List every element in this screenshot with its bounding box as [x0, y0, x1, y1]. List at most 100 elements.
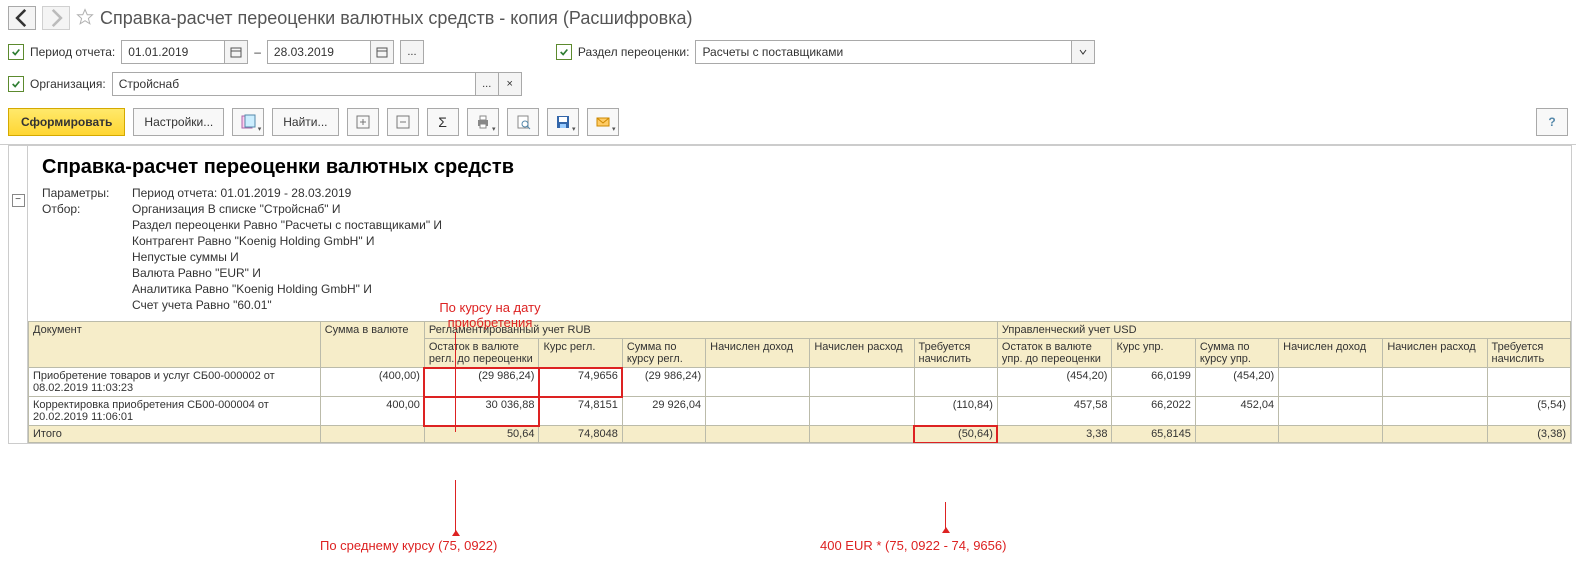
- report-params: Параметры: Период отчета: 01.01.2019 - 2…: [28, 185, 1571, 321]
- cell: 74,8151: [539, 397, 622, 426]
- collapse-toggle[interactable]: −: [12, 194, 25, 207]
- cell: [1383, 368, 1487, 397]
- favorite-star-icon[interactable]: [76, 8, 94, 29]
- th-mgmt-group: Управленческий учет USD: [997, 322, 1570, 339]
- cell: (50,64): [914, 426, 997, 443]
- th: Сумма по курсу упр.: [1195, 339, 1278, 368]
- sum-button[interactable]: Σ: [427, 108, 459, 136]
- cell: [706, 426, 810, 443]
- cell: [320, 426, 424, 443]
- cell: (110,84): [914, 397, 997, 426]
- page-title: Справка-расчет переоценки валютных средс…: [100, 8, 693, 29]
- collapse-button[interactable]: [387, 108, 419, 136]
- generate-button[interactable]: Сформировать: [8, 108, 125, 136]
- filter-line: Раздел переоценки Равно "Расчеты с поста…: [132, 217, 1557, 233]
- th: Курс упр.: [1112, 339, 1195, 368]
- toolbar: Сформировать Настройки... ▾ Найти... Σ ▾…: [0, 100, 1576, 145]
- th: Требуется начислить: [1487, 339, 1570, 368]
- print-button[interactable]: ▾: [467, 108, 499, 136]
- date-to-picker-button[interactable]: [371, 40, 394, 64]
- th: Начислен доход: [706, 339, 810, 368]
- annotation-bottom-left: По среднему курсу (75, 0922): [320, 538, 497, 553]
- filter-line: Непустые суммы И: [132, 249, 1557, 265]
- th: Начислен расход: [1383, 339, 1487, 368]
- sigma-icon: Σ: [438, 114, 447, 130]
- section-label: Раздел переоценки:: [578, 45, 690, 59]
- annotation-bottom-right: 400 EUR * (75, 0922 - 74, 9656): [820, 538, 1006, 553]
- th: Остаток в валюте регл. до переоценки: [424, 339, 539, 368]
- expand-button[interactable]: [347, 108, 379, 136]
- cell: 452,04: [1195, 397, 1278, 426]
- cell: [706, 397, 810, 426]
- org-clear-button[interactable]: ×: [499, 72, 522, 96]
- nav-back-button[interactable]: [8, 6, 36, 30]
- org-label: Организация:: [30, 77, 106, 91]
- report-table: Документ Сумма в валюте Регламентированн…: [28, 321, 1571, 443]
- params-key: Параметры:: [42, 185, 132, 201]
- help-icon: ?: [1548, 115, 1555, 129]
- cell: (400,00): [320, 368, 424, 397]
- cell: (29 986,24): [424, 368, 539, 397]
- org-input[interactable]: Стройснаб: [112, 72, 476, 96]
- find-button-label: Найти...: [283, 115, 327, 129]
- date-from-input[interactable]: 01.01.2019: [121, 40, 225, 64]
- find-button[interactable]: Найти...: [272, 108, 338, 136]
- period-checkbox[interactable]: [8, 44, 24, 60]
- section-select[interactable]: Расчеты с поставщиками: [695, 40, 1072, 64]
- settings-button-label: Настройки...: [144, 115, 213, 129]
- th: Начислен доход: [1279, 339, 1383, 368]
- cell: [1279, 426, 1383, 443]
- email-button[interactable]: ▾: [587, 108, 619, 136]
- table-row[interactable]: Корректировка приобретения СБ00-000004 о…: [29, 397, 1571, 426]
- cell: 3,38: [997, 426, 1112, 443]
- section-dropdown-button[interactable]: [1072, 40, 1095, 64]
- cell: [706, 368, 810, 397]
- preview-button[interactable]: [507, 108, 539, 136]
- th: Начислен расход: [810, 339, 914, 368]
- filter-line: Валюта Равно "EUR" И: [132, 265, 1557, 281]
- annotation-line: [455, 332, 456, 432]
- period-picker-button[interactable]: ...: [400, 40, 424, 64]
- th: Курс регл.: [539, 339, 622, 368]
- cell: 74,9656: [539, 368, 622, 397]
- section-checkbox[interactable]: [556, 44, 572, 60]
- cell: 50,64: [424, 426, 539, 443]
- nav-forward-button[interactable]: [42, 6, 70, 30]
- th: Сумма по курсу регл.: [622, 339, 705, 368]
- annotation-arrow: [945, 502, 946, 532]
- help-button[interactable]: ?: [1536, 108, 1568, 136]
- cell: [1279, 397, 1383, 426]
- cell: 400,00: [320, 397, 424, 426]
- th: Остаток в валюте упр. до переоценки: [997, 339, 1112, 368]
- date-from-picker-button[interactable]: [225, 40, 248, 64]
- date-dash: –: [254, 45, 261, 59]
- params-period: Период отчета: 01.01.2019 - 28.03.2019: [132, 185, 1557, 201]
- cell: 66,2022: [1112, 397, 1195, 426]
- filter-line: Счет учета Равно "60.01": [132, 297, 1557, 313]
- cell: [622, 426, 705, 443]
- date-to-input[interactable]: 28.03.2019: [267, 40, 371, 64]
- cell: 29 926,04: [622, 397, 705, 426]
- org-checkbox[interactable]: [8, 76, 24, 92]
- cell: 457,58: [997, 397, 1112, 426]
- cell: 65,8145: [1112, 426, 1195, 443]
- settings-variants-button[interactable]: ▾: [232, 108, 264, 136]
- report-margin: −: [8, 145, 27, 444]
- cell: (5,54): [1487, 397, 1570, 426]
- settings-button[interactable]: Настройки...: [133, 108, 224, 136]
- cell: (454,20): [1195, 368, 1278, 397]
- report-title: Справка-расчет переоценки валютных средс…: [28, 146, 1571, 185]
- cell: (454,20): [997, 368, 1112, 397]
- total-row: Итого 50,64 74,8048 (50,64) 3,38 65,8145…: [29, 426, 1571, 443]
- period-label: Период отчета:: [30, 45, 115, 59]
- org-picker-button[interactable]: ...: [476, 72, 499, 96]
- cell: [1383, 426, 1487, 443]
- th-reg-group: Регламентированный учет RUB: [424, 322, 997, 339]
- th-sum: Сумма в валюте: [320, 322, 424, 368]
- th: Требуется начислить: [914, 339, 997, 368]
- filter-line: Организация В списке "Стройснаб" И: [132, 201, 1557, 217]
- table-row[interactable]: Приобретение товаров и услуг СБ00-000002…: [29, 368, 1571, 397]
- cell: Корректировка приобретения СБ00-000004 о…: [29, 397, 321, 426]
- save-button[interactable]: ▾: [547, 108, 579, 136]
- cell: [1487, 368, 1570, 397]
